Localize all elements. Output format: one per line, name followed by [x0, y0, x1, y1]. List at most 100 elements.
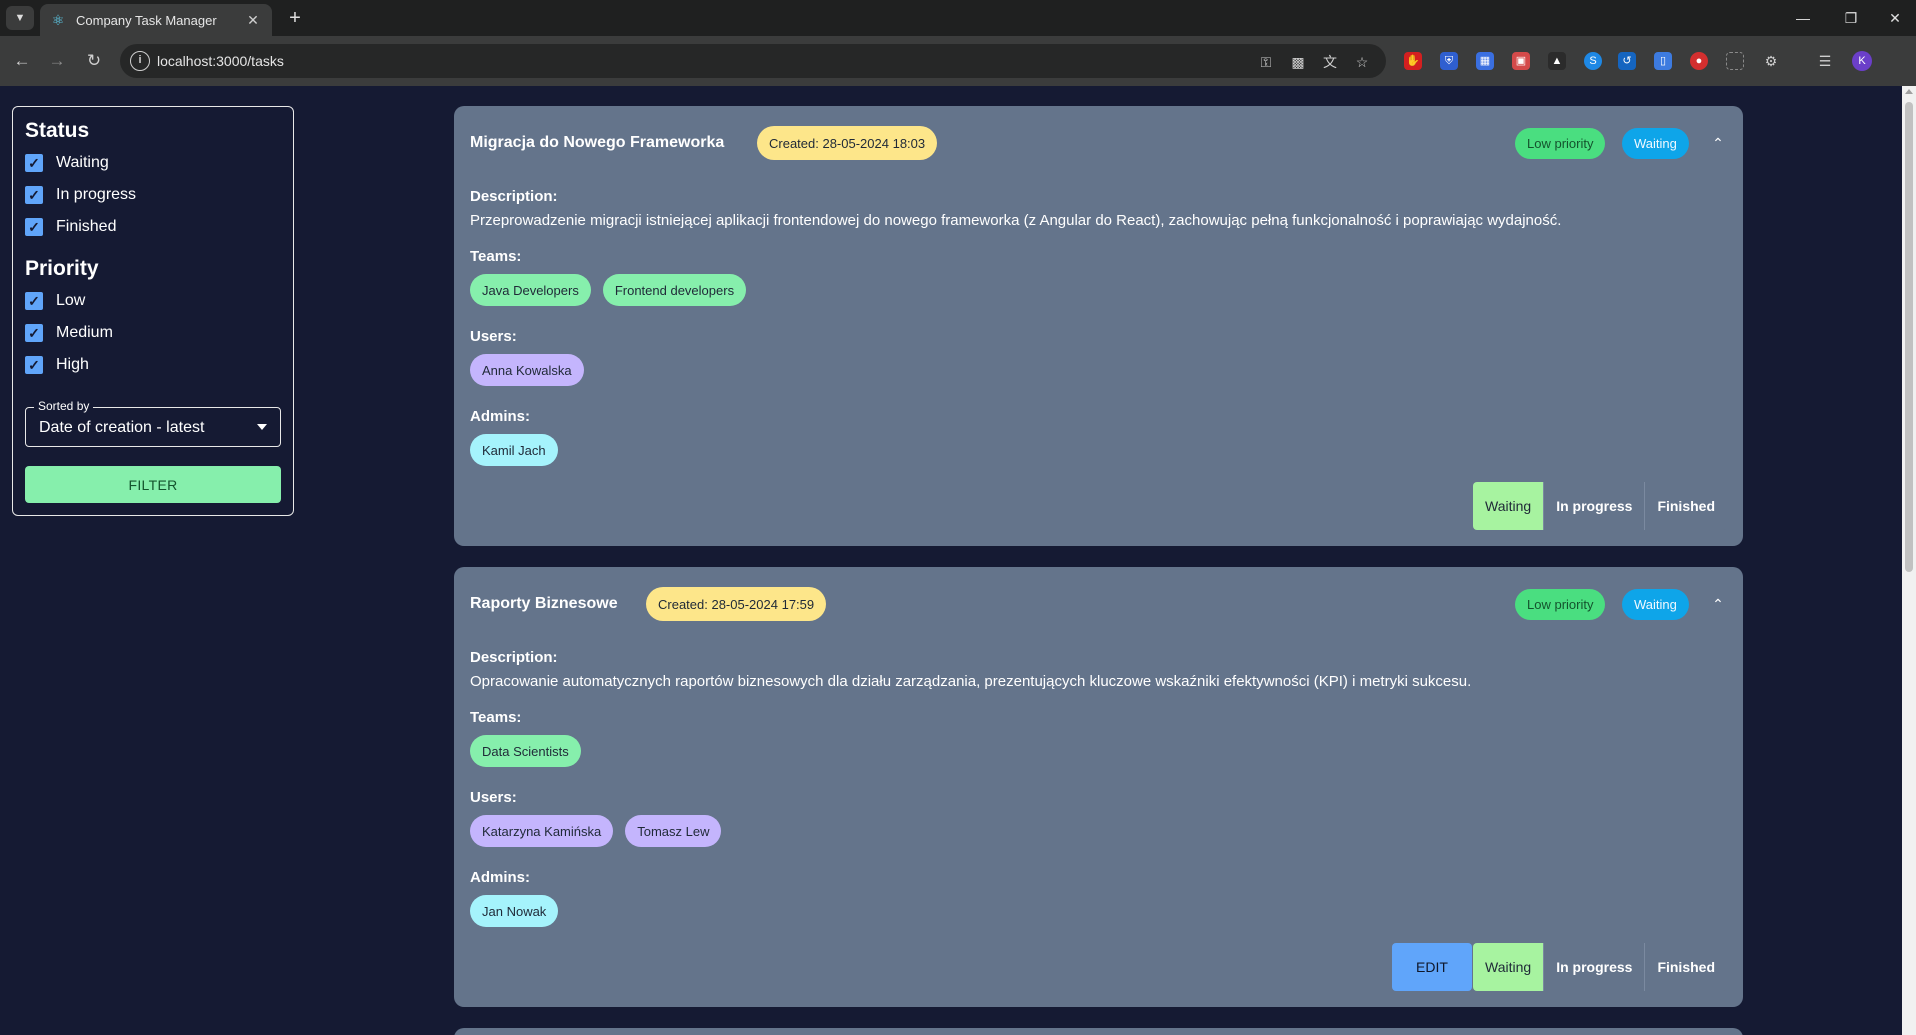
tab-title: Company Task Manager — [76, 12, 217, 28]
back-icon[interactable]: ← — [10, 49, 34, 73]
admin-chip: Jan Nowak — [470, 895, 559, 927]
priority-badge: Low priority — [1515, 589, 1606, 620]
close-window-icon[interactable]: ✕ — [1880, 6, 1910, 30]
extension-dashed-icon[interactable] — [1726, 52, 1744, 70]
password-key-icon[interactable]: ⚿ — [1256, 52, 1276, 72]
checkbox-label: Finished — [56, 218, 117, 235]
status-badge: Waiting — [1622, 128, 1689, 159]
team-chip: Frontend developers — [602, 274, 747, 306]
bookmark-star-icon[interactable]: ☆ — [1352, 52, 1372, 72]
tab-search-icon[interactable]: ▼ — [6, 6, 34, 30]
extension-stop-icon[interactable]: ✋ — [1404, 52, 1422, 70]
checkbox-checked-icon[interactable]: ✓ — [25, 292, 43, 310]
users-list: Anna Kowalska — [470, 354, 584, 386]
teams-label: Teams: — [470, 709, 522, 726]
checkbox-label: Medium — [56, 324, 113, 341]
translate-icon[interactable]: 文 — [1320, 52, 1340, 72]
browser-toolbar: ← → ↻ i localhost:3000/tasks ⚿ ▩ 文 ☆ ✋ ⛨… — [0, 36, 1916, 86]
sort-select[interactable]: Sorted by Date of creation - latest — [25, 399, 281, 447]
checkbox-checked-icon[interactable]: ✓ — [25, 356, 43, 374]
sort-select-value: Date of creation - latest — [39, 419, 205, 436]
scroll-up-arrow-icon[interactable] — [1905, 89, 1913, 94]
reading-list-icon[interactable]: ☰ — [1816, 52, 1834, 70]
browser-tabbar: ▼ ⚛ Company Task Manager ✕ + — ❐ ✕ — [0, 0, 1916, 36]
status-toggle-in-progress[interactable]: In progress — [1543, 482, 1645, 530]
page-scrollbar[interactable] — [1902, 86, 1916, 1035]
status-toggle-group: Waiting In progress Finished — [1473, 482, 1727, 530]
extension-shield-icon[interactable]: ⛨ — [1440, 52, 1458, 70]
admins-label: Admins: — [470, 408, 530, 425]
checkbox-checked-icon[interactable]: ✓ — [25, 154, 43, 172]
admins-label: Admins: — [470, 869, 530, 886]
browser-tab[interactable]: ⚛ Company Task Manager ✕ — [40, 4, 272, 36]
status-toggle-in-progress[interactable]: In progress — [1543, 943, 1645, 991]
priority-filter-high[interactable]: ✓ High — [25, 349, 281, 381]
extension-hat-icon[interactable]: ▲ — [1548, 52, 1566, 70]
extension-camera-icon[interactable]: ▣ — [1512, 52, 1530, 70]
chevron-up-icon[interactable]: ⌃ — [1709, 134, 1727, 152]
created-date-badge: Created: 28-05-2024 17:59 — [646, 587, 827, 621]
checkbox-label: High — [56, 356, 89, 373]
tab-close-icon[interactable]: ✕ — [244, 12, 262, 29]
status-toggle-waiting[interactable]: Waiting — [1473, 943, 1544, 991]
status-filter-waiting[interactable]: ✓ Waiting — [25, 147, 281, 179]
users-label: Users: — [470, 789, 517, 806]
teams-list: Java Developers Frontend developers — [470, 274, 747, 306]
user-chip: Tomasz Lew — [625, 815, 722, 847]
extension-circle-icon[interactable]: S — [1584, 52, 1602, 70]
url-text: localhost:3000/tasks — [157, 53, 284, 69]
teams-list: Data Scientists — [470, 735, 581, 767]
status-toggle-group: Waiting In progress Finished — [1473, 943, 1727, 991]
new-tab-icon[interactable]: + — [282, 6, 308, 30]
reload-icon[interactable]: ↻ — [82, 49, 106, 73]
extension-grid-icon[interactable]: ▦ — [1476, 52, 1494, 70]
priority-filter-medium[interactable]: ✓ Medium — [25, 317, 281, 349]
user-chip: Katarzyna Kamińska — [470, 815, 614, 847]
chevron-up-icon[interactable]: ⌃ — [1709, 595, 1727, 613]
status-toggle-finished[interactable]: Finished — [1644, 943, 1727, 991]
address-bar[interactable]: i localhost:3000/tasks ⚿ ▩ 文 ☆ — [120, 44, 1386, 78]
filter-panel: Status ✓ Waiting ✓ In progress ✓ Finishe… — [12, 106, 294, 516]
task-title: Migracja do Nowego Frameworka — [470, 134, 725, 151]
checkbox-checked-icon[interactable]: ✓ — [25, 218, 43, 236]
status-filter-finished[interactable]: ✓ Finished — [25, 211, 281, 243]
created-date-badge: Created: 28-05-2024 18:03 — [757, 126, 938, 160]
extension-red-icon[interactable]: ● — [1690, 52, 1708, 70]
profile-avatar[interactable]: K — [1852, 51, 1872, 71]
admin-chip: Kamil Jach — [470, 434, 558, 466]
status-toggle-finished[interactable]: Finished — [1644, 482, 1727, 530]
minimize-icon[interactable]: — — [1788, 6, 1818, 30]
description-label: Description: — [470, 188, 558, 205]
extensions-puzzle-icon[interactable]: ⚙ — [1762, 52, 1780, 70]
status-filter-title: Status — [25, 119, 90, 142]
extension-doc-icon[interactable]: ▯ — [1654, 52, 1672, 70]
users-list: Katarzyna Kamińska Tomasz Lew — [470, 815, 722, 847]
extension-swirl-icon[interactable]: ↺ — [1618, 52, 1636, 70]
priority-badge: Low priority — [1515, 128, 1606, 159]
task-card — [454, 1028, 1743, 1035]
admins-list: Jan Nowak — [470, 895, 559, 927]
checkbox-checked-icon[interactable]: ✓ — [25, 324, 43, 342]
status-toggle-waiting[interactable]: Waiting — [1473, 482, 1544, 530]
checkbox-checked-icon[interactable]: ✓ — [25, 186, 43, 204]
status-badge: Waiting — [1622, 589, 1689, 620]
checkbox-label: In progress — [56, 186, 137, 203]
checkbox-label: Low — [56, 292, 86, 309]
user-chip: Anna Kowalska — [470, 354, 584, 386]
status-filter-in-progress[interactable]: ✓ In progress — [25, 179, 281, 211]
admins-list: Kamil Jach — [470, 434, 558, 466]
edit-button[interactable]: EDIT — [1392, 943, 1472, 991]
team-chip: Java Developers — [470, 274, 591, 306]
team-chip: Data Scientists — [470, 735, 581, 767]
restore-icon[interactable]: ❐ — [1836, 6, 1866, 30]
filter-button[interactable]: FILTER — [25, 466, 281, 503]
priority-filter-title: Priority — [25, 257, 99, 280]
react-favicon-icon: ⚛ — [51, 12, 65, 28]
description-label: Description: — [470, 649, 558, 666]
priority-filter-low[interactable]: ✓ Low — [25, 285, 281, 317]
scrollbar-thumb[interactable] — [1905, 102, 1913, 572]
site-info-icon[interactable]: i — [130, 51, 150, 71]
install-app-icon[interactable]: ▩ — [1288, 52, 1308, 72]
teams-label: Teams: — [470, 248, 522, 265]
forward-icon[interactable]: → — [45, 49, 69, 73]
